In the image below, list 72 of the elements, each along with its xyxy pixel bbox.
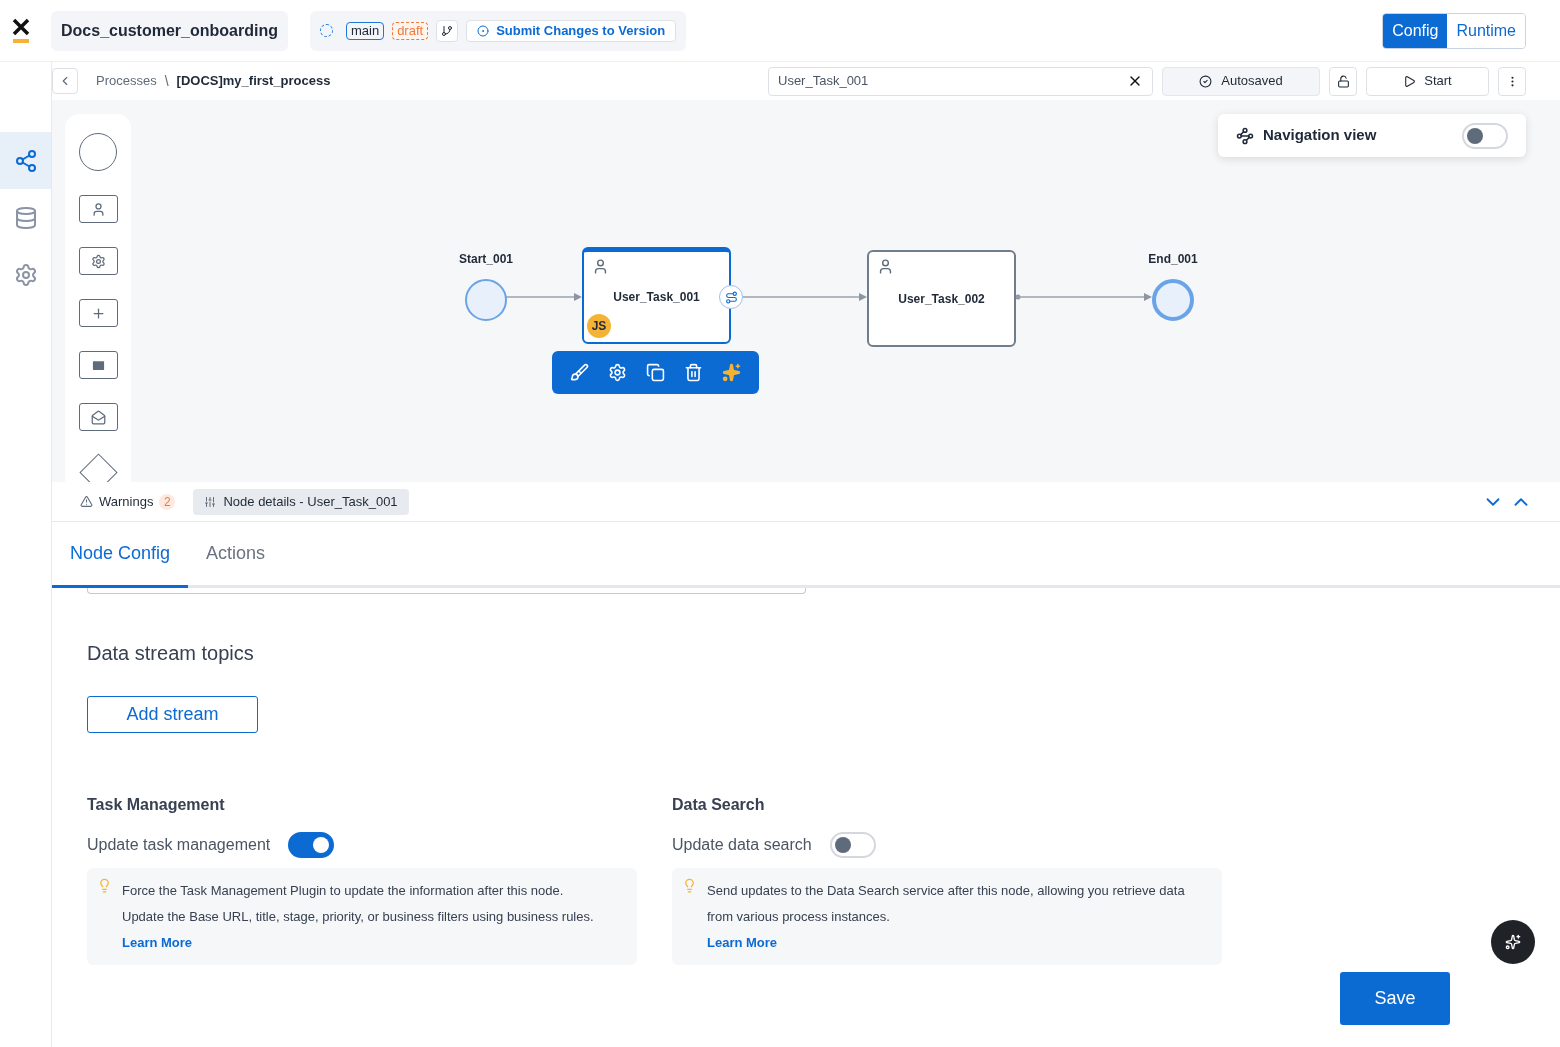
unlock-button[interactable] [1329,66,1357,96]
node-label: Start_001 [458,251,513,268]
settings-icon[interactable] [607,363,627,382]
gateway-plus-icon[interactable] [78,299,118,327]
brush-icon[interactable] [569,363,589,382]
add-stream-button[interactable]: Add stream [87,696,258,733]
js-badge: JS [587,314,611,338]
panel-tab[interactable]: Node Config [52,522,189,588]
info-text: Update the Base URL, title, stage, priority, or business filters using business rules. [122,908,594,926]
node-details-tab[interactable]: Node details - User_Task_001 [193,488,409,515]
user-icon [592,258,609,275]
breadcrumb-link[interactable]: Processes [96,71,157,91]
node-label: User_Task_001 [613,289,700,306]
panel-tab[interactable]: Actions [188,522,284,588]
submit-button[interactable]: Submit Changes to Version [466,19,677,42]
unlock-icon [1336,74,1350,88]
start-event[interactable] [465,279,507,321]
learn-more-link[interactable]: Learn More [707,930,778,956]
learn-more-link[interactable]: Learn More [122,930,193,956]
radio-dot-icon [477,24,490,37]
info-text: Send updates to the Data Search service after this node, allowing you retrieve data from various process instances. [707,882,1186,926]
sliders-icon [204,495,217,508]
route-icon [724,290,738,304]
node-label: End_001 [1148,251,1198,268]
lightbulb-icon [97,878,112,893]
start-button[interactable]: Start [1366,66,1489,96]
route-icon [1236,126,1254,145]
setting-toggle[interactable] [288,832,335,858]
user-task-icon[interactable] [78,195,118,223]
navigation-view-toggle[interactable] [1462,122,1508,149]
toggle-label: Update data search [672,835,812,855]
search-input[interactable]: User_Task_001 [778,71,1127,91]
play-icon [1403,74,1417,88]
lightbulb-icon [682,878,697,893]
diagram-nav-icon[interactable] [0,132,51,189]
node-label: User_Task_002 [898,290,985,308]
info-text: Force the Task Management Plugin to update the information after this node. [122,882,565,900]
branch-icon [441,24,454,37]
save-button[interactable]: Save [1340,972,1450,1025]
warnings-tab[interactable]: Warnings [80,491,154,512]
sparkles-icon [1505,934,1521,950]
setting-title: Data Search [672,795,766,815]
branch-button[interactable] [436,19,459,42]
section-title: Data stream topics [87,641,255,666]
project-name: Docs_customer_onboarding [51,10,288,51]
check-circle-icon [1199,74,1213,88]
autosave-status: Autosaved [1162,66,1320,96]
diagram-icon [13,148,38,173]
warning-icon [80,495,93,508]
service-task-icon[interactable] [78,247,118,275]
message-receive-icon[interactable] [78,403,118,431]
branch-badge: main [345,21,385,40]
database-icon [13,205,38,230]
task-node[interactable]: User_Task_001 JS [582,247,731,344]
toggle-label: Update task management [87,835,271,855]
breadcrumb-separator: \ [164,71,169,91]
mode-tab[interactable]: Config [1383,13,1448,48]
warning-count: 2 [159,493,176,510]
copy-icon[interactable] [645,363,665,382]
search-field[interactable]: User_Task_001 [768,66,1153,96]
user-icon [877,258,894,275]
ai-assistant-button[interactable] [1491,920,1535,964]
breadcrumb-current: [DOCS]my_first_process [176,72,331,91]
message-send-icon[interactable] [78,351,118,379]
sparkles-icon[interactable] [722,363,742,382]
delete-icon[interactable] [684,363,704,382]
status-badge: draft [392,21,429,40]
connect-handle[interactable] [719,285,743,309]
task-node[interactable]: User_Task_002 [867,250,1016,347]
settings-icon [13,262,38,287]
setting-title: Task Management [87,795,226,815]
navigation-view-label: Navigation view [1263,125,1377,146]
